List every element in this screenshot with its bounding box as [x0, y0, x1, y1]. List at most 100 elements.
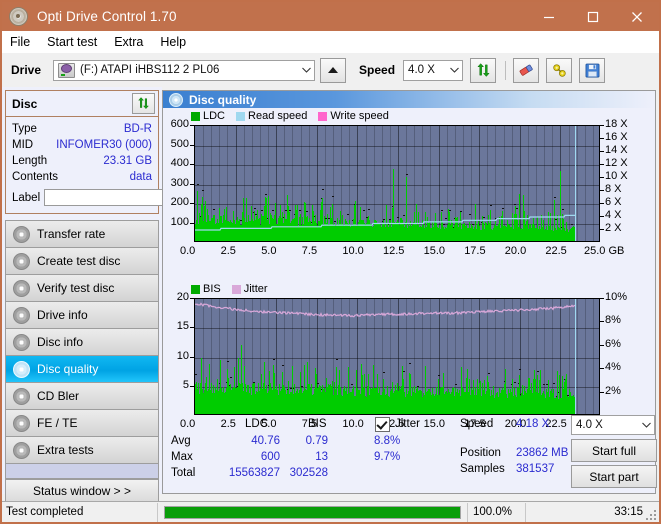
y-axis-right-tick-label: 10% — [605, 291, 628, 303]
ldc-chart-legend: LDC Read speed Write speed — [163, 108, 655, 123]
stats-total-ldc: 15563827 — [228, 467, 280, 479]
speed-select[interactable]: 4.0 X — [403, 59, 464, 81]
disc-label-key: Label — [12, 191, 41, 204]
sidebar-item-label: Transfer rate — [37, 227, 106, 241]
drive-toolbar: Drive (F:) ATAPI iHBS112 2 PL06 Speed 4.… — [2, 53, 659, 522]
eject-button[interactable] — [320, 57, 347, 522]
y-axis-right-tick-label: 14 X — [605, 144, 628, 156]
ldc-chart-plot-area — [194, 125, 600, 242]
stats-speed-label: Speed — [460, 418, 494, 430]
app-disc-icon — [9, 7, 28, 26]
y-axis-right-tick — [600, 345, 604, 346]
save-icon — [585, 63, 599, 77]
wrench-icon — [552, 63, 566, 77]
bis-chart: 5 10 15 20 2% 4% 6% 8% 10% 0.0 2.5 5.0 7.5 10.0 12.5 15… — [163, 291, 655, 432]
sidebar-item-extra-tests[interactable]: Extra tests — [6, 437, 158, 464]
y-axis-left-tick — [190, 203, 194, 204]
y-axis-left-tick — [190, 223, 194, 224]
y-axis-left-tick-label: 15 — [176, 320, 189, 333]
y-axis-right-tick — [600, 368, 604, 369]
result-speed-select[interactable]: 4.0 X — [571, 415, 655, 435]
stats-samples-value: 381537 — [516, 463, 555, 475]
jitter-checkbox[interactable] — [375, 417, 390, 432]
drive-select[interactable]: (F:) ATAPI iHBS112 2 PL06 — [53, 59, 316, 81]
start-part-button[interactable]: Start part — [571, 465, 657, 488]
maximize-icon[interactable] — [571, 2, 615, 31]
disc-row-contents: Contents data — [12, 169, 152, 185]
stats-row-label-avg: Avg — [171, 435, 191, 447]
x-axis-tick-label: 15.0 — [423, 245, 446, 257]
save-button[interactable] — [579, 57, 606, 83]
menu-extra[interactable]: Extra — [114, 35, 143, 49]
y-axis-right-tick — [600, 138, 604, 139]
x-axis-tick-label: 2.5 — [220, 245, 236, 257]
status-bar: Test completed 100.0% 33:15 — [2, 501, 659, 522]
disc-quality-icon — [169, 92, 183, 107]
y-axis-right-tick-label: 2% — [605, 384, 621, 397]
toolbar-divider — [505, 60, 507, 80]
x-axis-tick-label: 25.0 GB — [584, 245, 625, 257]
sidebar-item-fe-te[interactable]: FE / TE — [6, 410, 158, 437]
close-icon[interactable] — [615, 2, 659, 31]
disc-refresh-button[interactable] — [132, 93, 155, 114]
refresh-button[interactable] — [470, 57, 497, 83]
x-axis-tick-label: 22.5 — [545, 245, 567, 257]
app-window: Opti Drive Control 1.70 File Start test … — [0, 0, 661, 524]
stats-position-value: 23862 MB — [516, 447, 569, 459]
disc-icon — [13, 360, 30, 378]
sidebar-item-transfer-rate[interactable]: Transfer rate — [6, 221, 158, 248]
y-axis-left-tick — [190, 125, 194, 126]
sidebar-item-disc-info[interactable]: Disc info — [6, 329, 158, 356]
menu-start-test[interactable]: Start test — [47, 35, 97, 49]
speed-select-value: 4.0 X — [408, 64, 435, 76]
x-axis-tick-label: 0.0 — [180, 245, 196, 257]
disc-row-type: Type BD-R — [12, 121, 152, 137]
stats-row-label-total: Total — [171, 467, 196, 479]
erase-button[interactable] — [513, 57, 540, 83]
y-axis-right-tick — [600, 190, 604, 191]
x-axis-tick-label: 20.0 — [504, 245, 527, 257]
y-axis-right-tick-label: 4 X — [605, 209, 622, 221]
sidebar-item-disc-quality[interactable]: Disc quality — [6, 356, 158, 383]
sidebar-item-drive-info[interactable]: Drive info — [6, 302, 158, 329]
disc-panel-header: Disc — [6, 91, 158, 117]
legend-label: Read speed — [248, 110, 308, 122]
tools-button[interactable] — [546, 57, 573, 83]
status-window-button[interactable]: Status window > > — [5, 479, 159, 503]
jitter-label: Jitter — [395, 418, 420, 430]
disc-info-rows: Type BD-R MID INFOMER30 (000) Length 23.… — [6, 117, 254, 213]
sidebar-item-cd-bler[interactable]: CD Bler — [6, 383, 158, 410]
bis-chart-legend: BIS Jitter — [163, 281, 655, 296]
x-axis-tick-label: 5.0 — [261, 245, 277, 257]
disc-row-key: Type — [12, 123, 37, 135]
disc-icon — [13, 333, 30, 351]
stats-total-bis: 302528 — [289, 467, 328, 479]
nav-spacer — [6, 464, 158, 479]
sidebar-item-create-test-disc[interactable]: Create test disc — [6, 248, 158, 275]
eject-icon — [328, 67, 339, 73]
panel-header: Disc quality — [163, 91, 655, 108]
y-axis-left-tick-label: 300 — [170, 176, 189, 189]
legend-label: Jitter — [243, 283, 268, 295]
y-axis-right-tick-label: 8% — [605, 314, 621, 327]
y-axis-right-tick-label: 18 X — [605, 118, 628, 130]
stats-avg-ldc: 40.76 — [251, 435, 280, 447]
start-full-button[interactable]: Start full — [571, 439, 657, 462]
menu-file[interactable]: File — [10, 35, 30, 49]
y-axis-right-tick-label: 6 X — [605, 196, 622, 208]
resize-grip-icon[interactable] — [646, 510, 656, 520]
y-axis-left-tick-label: 200 — [170, 196, 189, 208]
minimize-icon[interactable] — [527, 2, 571, 31]
stats-max-ldc: 600 — [260, 451, 280, 463]
legend-item-bis: BIS — [191, 283, 221, 295]
y-axis-right-tick-label: 12 X — [605, 157, 628, 169]
y-axis-left-tick — [190, 298, 194, 299]
sidebar-item-label: Drive info — [37, 308, 88, 322]
legend-label: LDC — [203, 110, 226, 122]
stats-position-label: Position — [460, 447, 501, 459]
menu-help[interactable]: Help — [160, 35, 186, 49]
sidebar-item-verify-test-disc[interactable]: Verify test disc — [6, 275, 158, 302]
disc-row-key: Length — [12, 155, 48, 167]
drive-select-value: (F:) ATAPI iHBS112 2 PL06 — [80, 64, 220, 76]
disc-panel-title: Disc — [12, 96, 38, 111]
